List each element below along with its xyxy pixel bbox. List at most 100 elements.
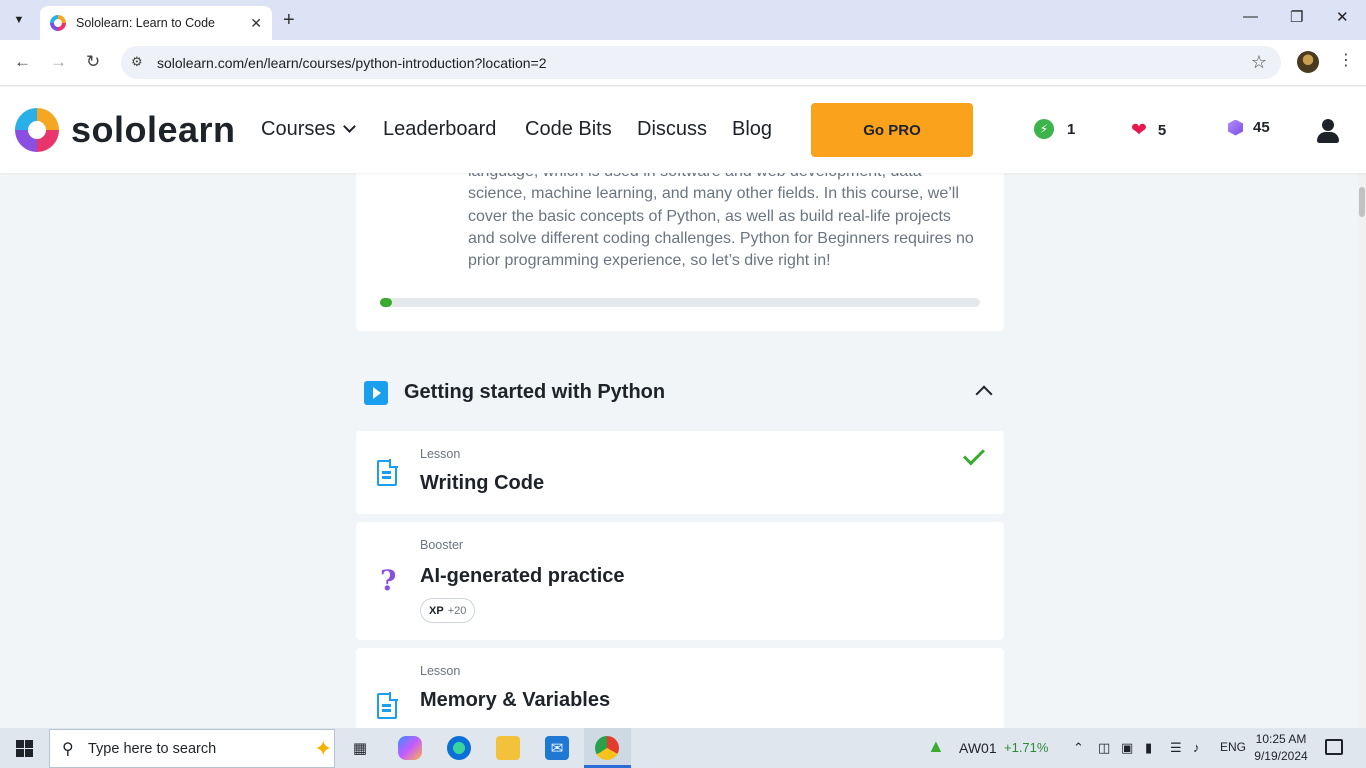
go-pro-button[interactable]: Go PRO [811,103,973,157]
nav-leaderboard[interactable]: Leaderboard [383,118,496,141]
task-view-icon[interactable]: ▦ [348,736,372,760]
clock-time: 10:25 AM [1255,732,1307,746]
logo-text[interactable]: sololearn [71,109,236,151]
language-indicator[interactable]: ENG [1220,740,1246,754]
xp-badge: XP +20 [420,598,476,623]
close-tab-icon[interactable]: ✕ [250,15,262,32]
close-window-button[interactable]: ✕ [1336,8,1349,26]
nav-discuss[interactable]: Discuss [637,118,707,141]
gems-value: 45 [1253,119,1270,136]
address-bar-row: ← → ↻ ⚙ sololearn.com/en/learn/courses/p… [0,40,1366,86]
streak-value: 1 [1067,120,1076,138]
nav-code-bits[interactable]: Code Bits [525,118,612,141]
stock-change[interactable]: +1.71% [1004,740,1048,755]
booster-ai-practice[interactable]: Booster ? AI-generated practice XP +20 [356,522,1004,640]
user-head-shape [1322,119,1334,131]
chevron-down-icon [343,120,357,133]
search-placeholder: Type here to search [88,740,217,757]
play-icon [364,381,388,405]
start-tile [25,740,33,748]
taskbar-clock[interactable]: 10:25 AM 9/19/2024 [1249,731,1313,765]
chevron-up-icon[interactable]: ⌃ [1073,740,1084,756]
new-tab-button[interactable]: + [283,9,295,32]
course-description: language, which is used in software and … [468,173,974,270]
lesson-memory-variables[interactable]: Lesson Memory & Variables [356,648,1004,728]
sololearn-favicon-icon [50,15,66,31]
gem-icon [1228,119,1243,136]
site-info-icon[interactable]: ⚙ [131,54,143,70]
lesson-writing-code[interactable]: Lesson Writing Code [356,431,1004,514]
restore-button[interactable]: ❐ [1290,8,1303,26]
browser-tabstrip: ▼ Sololearn: Learn to Code ✕ + — ❐ ✕ [0,0,1366,40]
windows-taskbar: ⚲ Type here to search ✦ ▦ ✉ ▲ AW01 +1.71… [0,728,1366,768]
windows-start-icon[interactable] [16,740,33,757]
module-header[interactable]: Getting started with Python [356,378,1004,418]
nav-blog[interactable]: Blog [732,118,772,141]
user-body-shape [1317,132,1339,143]
course-progress-fill [380,298,392,307]
minimize-button[interactable]: — [1243,8,1258,25]
copilot-icon[interactable] [398,736,422,760]
lesson-type-label: Booster [420,538,464,552]
lesson-title: AI-generated practice [420,565,625,587]
xp-value: +20 [447,604,467,617]
chrome-icon [595,736,619,760]
back-button[interactable]: ← [14,52,31,72]
edge-browser-icon[interactable] [447,736,471,760]
stock-chart-icon[interactable]: ▲ [927,736,945,757]
chevron-up-icon[interactable] [975,385,993,403]
device-icon[interactable]: ◫ [1098,740,1110,756]
file-explorer-icon[interactable] [496,736,520,760]
user-profile-icon[interactable] [1317,119,1339,143]
lesson-type-label: Lesson [420,664,461,678]
start-tile [16,740,24,748]
hearts-value: 5 [1157,122,1167,139]
completed-check-icon [963,443,985,466]
lesson-title: Writing Code [420,472,545,494]
stock-symbol[interactable]: AW01 [959,740,997,756]
site-header: sololearn Courses Leaderboard Code Bits … [0,87,1366,173]
lightning-icon: ⚡ [1034,119,1054,139]
course-content: language, which is used in software and … [0,173,1366,728]
battery-icon[interactable]: ▮ [1145,740,1152,756]
forward-button[interactable]: → [50,52,67,72]
module-title: Getting started with Python [404,381,666,403]
wifi-icon[interactable]: ☰ [1170,740,1182,756]
omnibox[interactable]: ⚙ sololearn.com/en/learn/courses/python-… [121,46,1281,79]
course-progress-bar [380,298,980,307]
mail-icon[interactable]: ✉ [545,736,569,760]
profile-avatar[interactable] [1297,51,1319,73]
url-text[interactable]: sololearn.com/en/learn/courses/python-in… [157,55,547,71]
heart-icon: ❤ [1131,120,1147,141]
tab-title: Sololearn: Learn to Code [76,16,215,30]
volume-icon[interactable]: ♪ [1193,740,1200,755]
course-description-card: language, which is used in software and … [356,173,1004,331]
tab-search-button[interactable]: ▼ [6,8,32,32]
clock-date: 9/19/2024 [1254,749,1308,763]
start-tile [16,749,24,757]
start-tile [25,749,33,757]
hearts-counter[interactable]: ❤ 5 [1131,119,1166,142]
scrollbar-thumb[interactable] [1359,187,1365,217]
streak-counter[interactable]: ⚡ 1 [1034,119,1075,139]
reload-button[interactable]: ↻ [86,52,100,72]
lesson-document-icon [377,459,398,486]
monitor-icon[interactable]: ▣ [1121,740,1133,756]
gems-counter[interactable]: 45 [1228,119,1270,136]
copilot-sparkle-icon: ✦ [314,736,333,761]
sololearn-logo-icon[interactable] [15,108,59,152]
browser-menu-icon[interactable]: ⋮ [1338,50,1354,70]
page-scrollbar[interactable] [1358,87,1366,728]
lesson-type-label: Lesson [420,447,461,461]
nav-courses-label: Courses [261,118,336,140]
question-mark-icon: ? [380,564,397,597]
lesson-document-icon [377,692,398,719]
search-icon: ⚲ [62,741,74,758]
taskbar-search-input[interactable]: ⚲ Type here to search ✦ [49,729,335,768]
lesson-title: Memory & Variables [420,689,611,711]
notification-icon[interactable] [1325,739,1343,755]
chrome-taskbar-button[interactable] [584,728,631,768]
bookmark-star-icon[interactable]: ☆ [1251,52,1267,73]
nav-courses[interactable]: Courses [261,118,357,141]
browser-tab[interactable]: Sololearn: Learn to Code ✕ [40,6,272,40]
